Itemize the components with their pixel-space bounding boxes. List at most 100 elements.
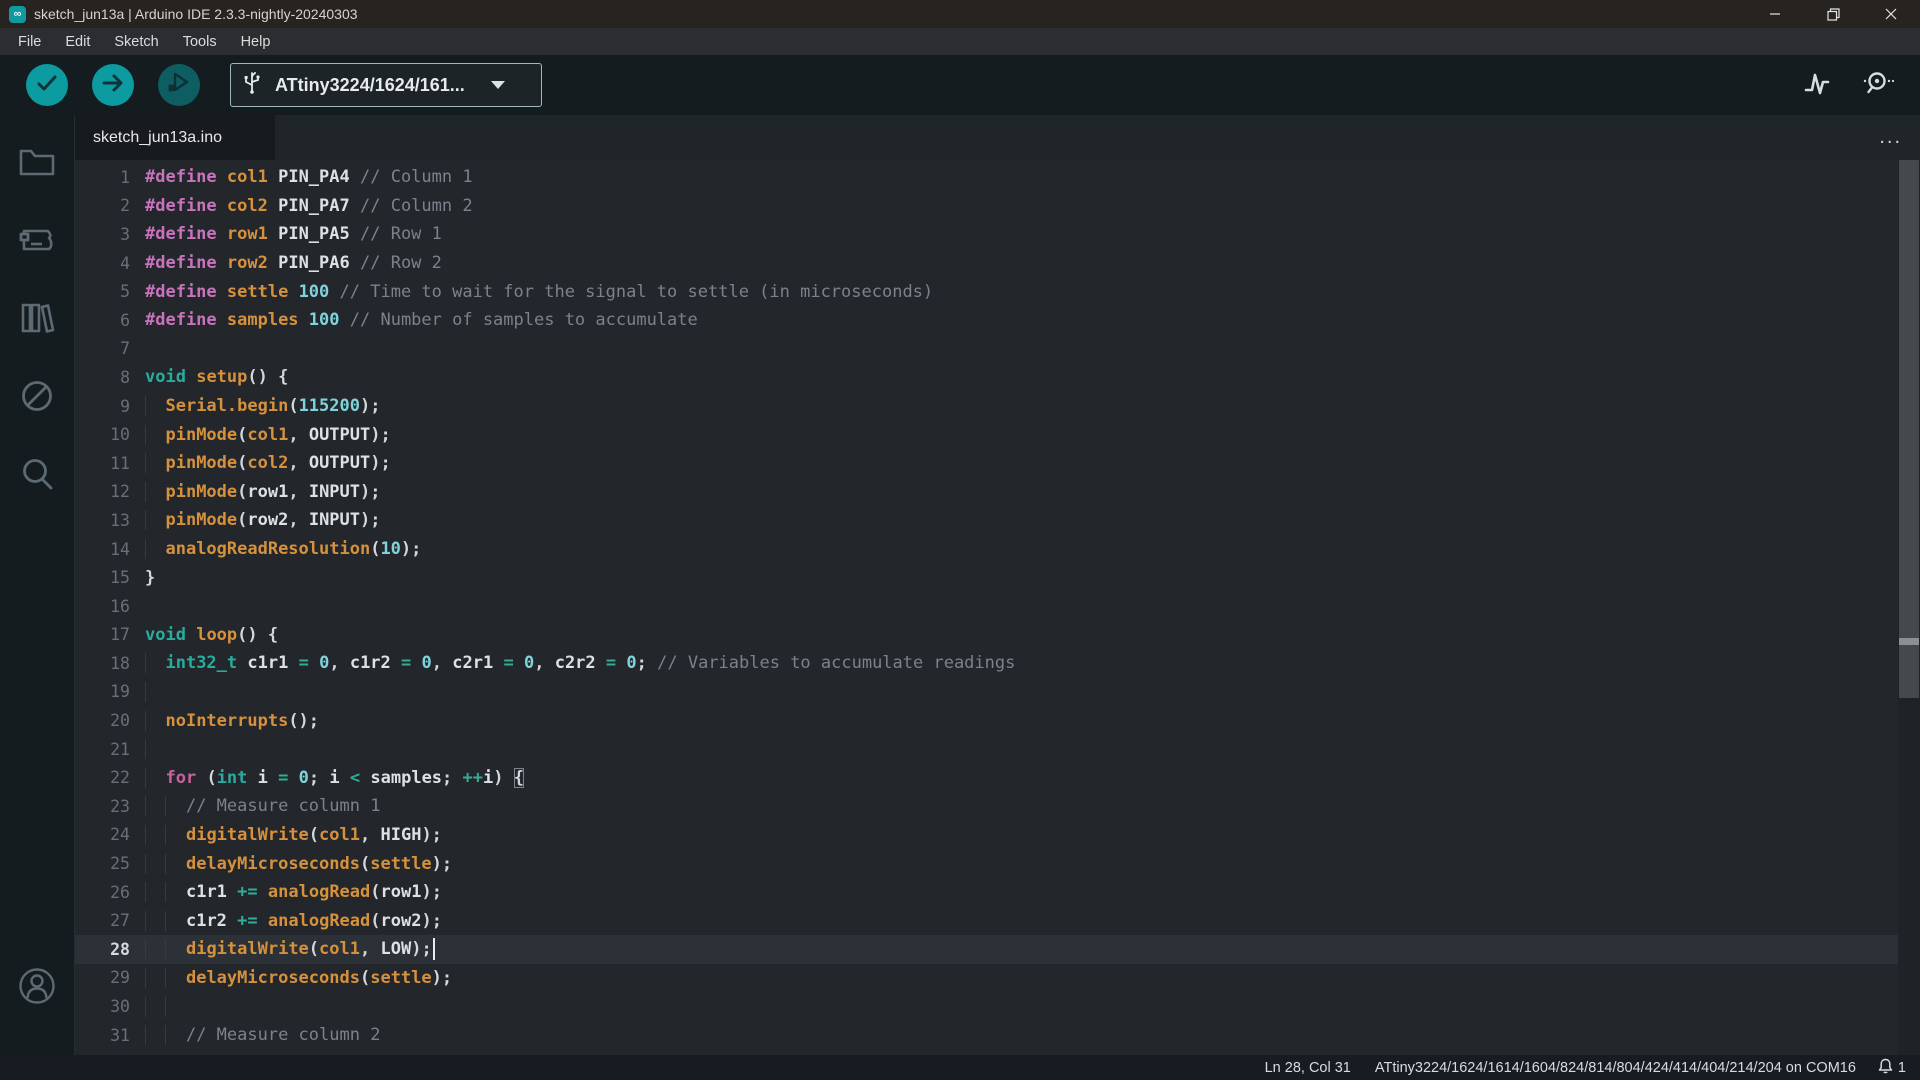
restore-button[interactable]: [1804, 0, 1862, 28]
code-line-28[interactable]: 28 digitalWrite(col1, LOW);: [75, 935, 1898, 964]
overview-cursor-marker: [1899, 638, 1919, 645]
code-line-4[interactable]: 4#define row2 PIN_PA6 // Row 2: [75, 249, 1898, 278]
menu-file[interactable]: File: [6, 28, 53, 55]
sidebar-item-search[interactable]: [0, 437, 75, 515]
debug-button[interactable]: [158, 64, 200, 106]
sidebar-item-debug[interactable]: [0, 359, 75, 437]
minimize-button[interactable]: [1746, 0, 1804, 28]
menu-help[interactable]: Help: [229, 28, 283, 55]
ellipsis-icon: ...: [1879, 126, 1902, 149]
tabbar: sketch_jun13a.ino ...: [75, 115, 1920, 160]
line-number: 25: [75, 854, 145, 873]
code-line-8[interactable]: 8void setup() {: [75, 363, 1898, 392]
more-actions-button[interactable]: ...: [1879, 115, 1902, 160]
menu-sketch[interactable]: Sketch: [102, 28, 170, 55]
code-line-9[interactable]: 9 Serial.begin(115200);: [75, 392, 1898, 421]
line-number: 23: [75, 797, 145, 816]
line-number: 19: [75, 682, 145, 701]
code-line-5[interactable]: 5#define settle 100 // Time to wait for …: [75, 277, 1898, 306]
sidebar-item-library-manager[interactable]: [0, 281, 75, 359]
line-number: 24: [75, 825, 145, 844]
upload-button[interactable]: [92, 64, 134, 106]
debug-play-bug-icon: [166, 70, 192, 101]
code-line-10[interactable]: 10 pinMode(col1, OUTPUT);: [75, 420, 1898, 449]
tab-sketch[interactable]: sketch_jun13a.ino: [75, 115, 275, 160]
line-number: 20: [75, 711, 145, 730]
code-line-24[interactable]: 24 digitalWrite(col1, HIGH);: [75, 821, 1898, 850]
line-number: 11: [75, 454, 145, 473]
code-line-6[interactable]: 6#define samples 100 // Number of sample…: [75, 306, 1898, 335]
code-line-30[interactable]: 30: [75, 992, 1898, 1021]
code-line-7[interactable]: 7: [75, 335, 1898, 364]
code-line-11[interactable]: 11 pinMode(col2, OUTPUT);: [75, 449, 1898, 478]
code-line-27[interactable]: 27 c1r2 += analogRead(row2);: [75, 906, 1898, 935]
menu-tools[interactable]: Tools: [171, 28, 229, 55]
sidebar-item-sketchbook[interactable]: [0, 125, 75, 203]
menu-edit[interactable]: Edit: [53, 28, 102, 55]
code-editor[interactable]: 1#define col1 PIN_PA4 // Column 12#defin…: [75, 160, 1920, 1055]
search-icon: [19, 456, 55, 497]
notifications-button[interactable]: 1: [1868, 1058, 1920, 1078]
line-number: 22: [75, 768, 145, 787]
text-cursor: [433, 938, 435, 960]
code-line-25[interactable]: 25 delayMicroseconds(settle);: [75, 849, 1898, 878]
arduino-logo-icon: ∞: [9, 6, 26, 23]
code-line-20[interactable]: 20 noInterrupts();: [75, 706, 1898, 735]
menubar: FileEditSketchToolsHelp: [0, 28, 1920, 55]
line-number: 18: [75, 654, 145, 673]
caret-down-icon: [491, 81, 505, 89]
account-person-icon: [17, 966, 57, 1011]
line-number: 16: [75, 597, 145, 616]
code-line-12[interactable]: 12 pinMode(row1, INPUT);: [75, 478, 1898, 507]
verify-button[interactable]: [26, 64, 68, 106]
line-number: 28: [75, 940, 145, 959]
window-title: sketch_jun13a | Arduino IDE 2.3.3-nightl…: [34, 6, 358, 22]
right-arrow-icon: [101, 71, 125, 100]
code-line-16[interactable]: 16: [75, 592, 1898, 621]
close-button[interactable]: [1862, 0, 1920, 28]
serial-plotter-waveform-icon: [1802, 68, 1832, 103]
code-line-14[interactable]: 14 analogReadResolution(10);: [75, 535, 1898, 564]
checkmark-icon: [35, 71, 59, 100]
code-line-23[interactable]: 23 // Measure column 1: [75, 792, 1898, 821]
code-line-13[interactable]: 13 pinMode(row2, INPUT);: [75, 506, 1898, 535]
code-line-15[interactable]: 15}: [75, 563, 1898, 592]
debug-disabled-icon: [19, 378, 55, 419]
sidebar-item-account[interactable]: [0, 949, 75, 1027]
code-line-18[interactable]: 18 int32_t c1r1 = 0, c1r2 = 0, c2r1 = 0,…: [75, 649, 1898, 678]
serial-monitor-button[interactable]: [1860, 68, 1894, 102]
line-number: 8: [75, 368, 145, 387]
board-selector-dropdown[interactable]: ATtiny3224/1624/161...: [230, 63, 542, 107]
board-port-status[interactable]: ATtiny3224/1624/1614/1604/824/814/804/42…: [1363, 1055, 1868, 1080]
line-number: 9: [75, 397, 145, 416]
activity-sidebar: [0, 115, 75, 1055]
tab-label: sketch_jun13a.ino: [93, 129, 222, 147]
line-number: 29: [75, 968, 145, 987]
toolbar: ATtiny3224/1624/161...: [0, 55, 1920, 115]
code-line-1[interactable]: 1#define col1 PIN_PA4 // Column 1: [75, 163, 1898, 192]
code-line-26[interactable]: 26 c1r1 += analogRead(row1);: [75, 878, 1898, 907]
cursor-position[interactable]: Ln 28, Col 31: [1253, 1055, 1363, 1080]
usb-icon: [243, 71, 261, 100]
line-number: 26: [75, 883, 145, 902]
line-number: 4: [75, 254, 145, 273]
code-line-3[interactable]: 3#define row1 PIN_PA5 // Row 1: [75, 220, 1898, 249]
line-number: 6: [75, 311, 145, 330]
line-number: 17: [75, 625, 145, 644]
titlebar: ∞ sketch_jun13a | Arduino IDE 2.3.3-nigh…: [0, 0, 1920, 28]
editor-scrollbar: [1898, 160, 1920, 1055]
code-line-31[interactable]: 31 // Measure column 2: [75, 1021, 1898, 1050]
code-line-29[interactable]: 29 delayMicroseconds(settle);: [75, 964, 1898, 993]
sidebar-item-boards-manager[interactable]: [0, 203, 75, 281]
code-line-21[interactable]: 21: [75, 735, 1898, 764]
scrollbar-thumb[interactable]: [1899, 160, 1919, 698]
line-number: 5: [75, 282, 145, 301]
code-line-2[interactable]: 2#define col2 PIN_PA7 // Column 2: [75, 192, 1898, 221]
folder-icon: [18, 145, 56, 184]
code-line-17[interactable]: 17void loop() {: [75, 621, 1898, 650]
serial-monitor-magnifier-icon: [1860, 68, 1894, 103]
serial-plotter-button[interactable]: [1800, 68, 1834, 102]
board-icon: [18, 223, 56, 262]
code-line-22[interactable]: 22 for (int i = 0; i < samples; ++i) {: [75, 763, 1898, 792]
code-line-19[interactable]: 19: [75, 678, 1898, 707]
